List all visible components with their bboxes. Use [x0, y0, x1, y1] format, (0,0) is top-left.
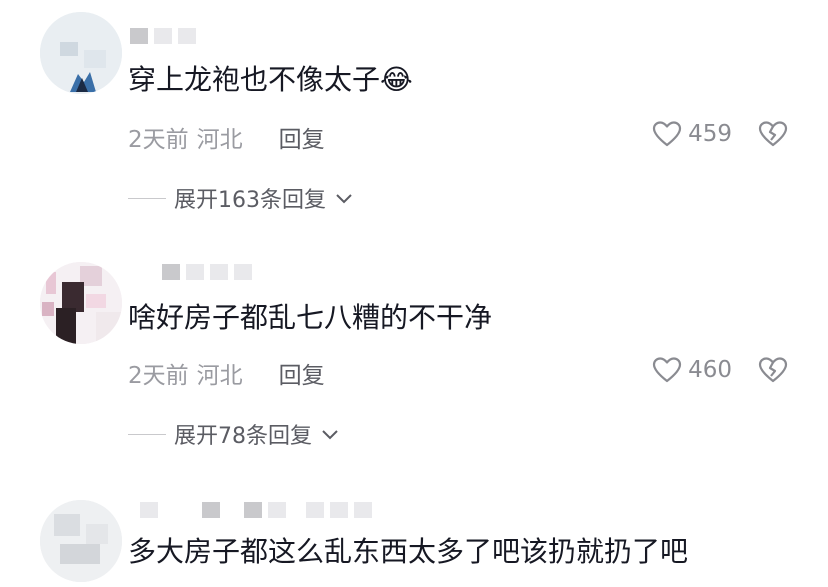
blurred-name-block	[234, 264, 252, 280]
blurred-name-block	[186, 264, 204, 280]
comment-text: 多大房子都这么乱东西太多了吧该扔就扔了吧	[128, 534, 688, 570]
blurred-name-block	[268, 502, 286, 518]
blurred-name-block	[306, 502, 324, 518]
laughing-emoji: 😂	[380, 63, 413, 96]
broken-heart-icon[interactable]	[758, 120, 788, 148]
heart-outline-icon[interactable]	[652, 356, 682, 384]
blurred-name-block	[354, 502, 372, 518]
comment-time: 2天前	[128, 127, 189, 153]
avatar-image	[40, 500, 122, 582]
avatar[interactable]	[40, 262, 122, 344]
like-group: 460	[652, 356, 788, 384]
reply-button[interactable]: 回复	[279, 356, 325, 390]
comment-location: 河北	[196, 127, 243, 153]
comment-time: 2天前	[128, 363, 189, 389]
comment-text-content: 多大房子都这么乱东西太多了吧该扔就扔了吧	[128, 535, 689, 568]
avatar[interactable]	[40, 12, 122, 94]
blurred-name-block	[178, 28, 196, 44]
chevron-down-icon	[336, 194, 352, 204]
comment-text-content: 穿上龙袍也不像太子	[128, 63, 381, 96]
chevron-down-icon	[322, 430, 338, 440]
expand-replies-label: 展开163条回复	[174, 188, 326, 213]
expand-replies-label: 展开78条回复	[174, 424, 312, 449]
like-count: 460	[688, 357, 732, 383]
like-group: 459	[652, 120, 788, 148]
divider-line	[128, 433, 166, 435]
avatar[interactable]	[40, 500, 122, 582]
comment-text-content: 啥好房子都乱七八糟的不干净	[128, 301, 493, 334]
blurred-name-block	[330, 502, 348, 518]
expand-replies-button[interactable]: 展开163条回复	[128, 182, 354, 214]
comment-meta: 2天前 河北 回复	[128, 356, 325, 390]
comment-text: 啥好房子都乱七八糟的不干净	[128, 300, 492, 336]
blurred-name-block	[210, 264, 228, 280]
blurred-name-block	[140, 502, 158, 518]
expand-replies-button[interactable]: 展开78条回复	[128, 418, 340, 450]
like-count: 459	[688, 121, 732, 147]
username-blurred[interactable]	[130, 26, 196, 46]
comment-text: 穿上龙袍也不像太子😂	[128, 62, 413, 98]
reply-button[interactable]: 回复	[279, 120, 325, 154]
blurred-name-block	[162, 264, 180, 280]
avatar-image	[40, 262, 122, 344]
username-blurred[interactable]	[130, 262, 252, 282]
blurred-name-block	[202, 502, 220, 518]
username-blurred[interactable]	[130, 500, 372, 520]
blurred-name-block	[244, 502, 262, 518]
comment-meta: 2天前 河北 回复	[128, 120, 325, 154]
blurred-name-block	[130, 28, 148, 44]
heart-outline-icon[interactable]	[652, 120, 682, 148]
broken-heart-icon[interactable]	[758, 356, 788, 384]
divider-line	[128, 197, 166, 199]
comment-location: 河北	[196, 363, 243, 389]
avatar-image	[40, 12, 122, 94]
blurred-name-block	[154, 28, 172, 44]
